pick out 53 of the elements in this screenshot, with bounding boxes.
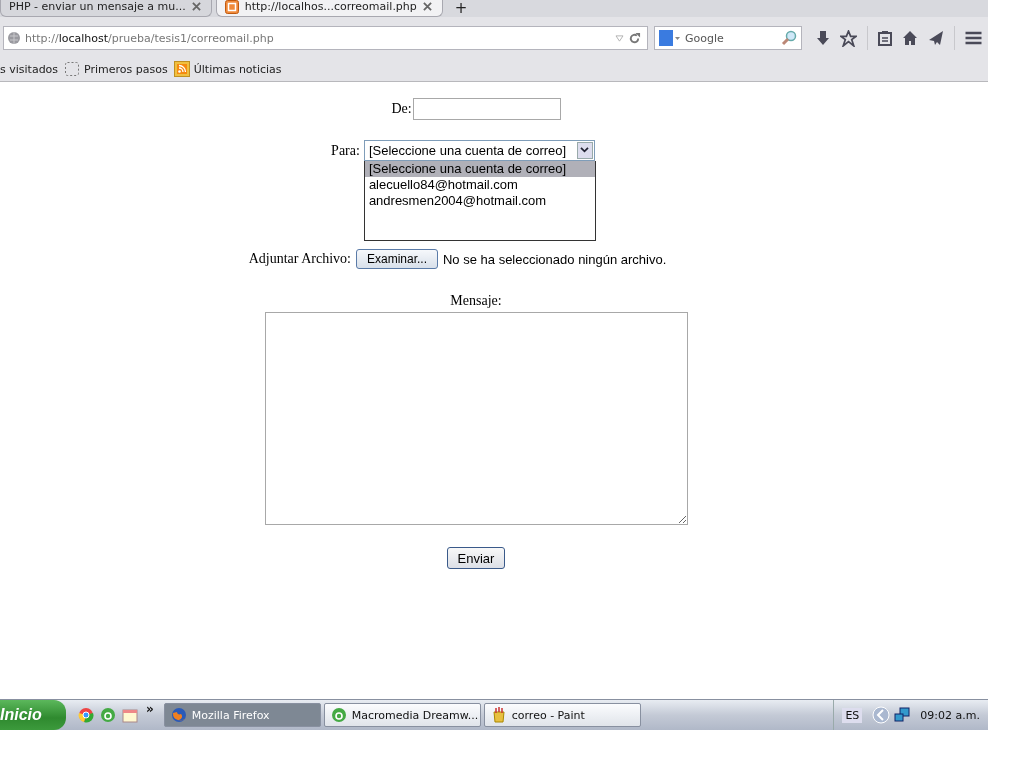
- close-icon[interactable]: [191, 2, 201, 11]
- search-field[interactable]: Google: [654, 26, 802, 50]
- page-icon: [224, 0, 239, 14]
- star-icon[interactable]: [840, 29, 857, 47]
- address-bar[interactable]: http://localhost/prueba/tesis1/correomail.php: [3, 26, 648, 50]
- app-logo-icon[interactable]: [100, 707, 116, 723]
- search-icon[interactable]: [781, 30, 797, 46]
- dropdown-option[interactable]: andresmen2004@hotmail.com: [364, 193, 595, 209]
- field-label: Mensaje:: [450, 293, 502, 309]
- field-label: De:: [391, 101, 412, 117]
- field-label: Para:: [331, 142, 360, 159]
- bookmark-item[interactable]: Primeros pasos: [64, 61, 168, 77]
- dashed-folder-icon: [64, 61, 81, 77]
- bookmark-item[interactable]: Últimas noticias: [173, 61, 282, 77]
- file-status-text: No se ha seleccionado ningún archivo.: [443, 251, 667, 267]
- taskbar-button[interactable]: Macromedia Dreamw...: [323, 703, 481, 727]
- paper-plane-icon[interactable]: [928, 30, 944, 46]
- home-icon[interactable]: [902, 30, 918, 46]
- app-logo-icon: [330, 707, 347, 723]
- more-button[interactable]: »: [146, 702, 154, 716]
- sender-input-field[interactable]: [412, 98, 561, 120]
- search-placeholder: Google: [685, 31, 725, 45]
- menu-icon[interactable]: [965, 31, 982, 45]
- clock: 09:02 a.m.: [920, 708, 980, 722]
- fox-globe-icon: [170, 707, 187, 723]
- start-button[interactable]: Inicio: [0, 700, 66, 730]
- reload-icon[interactable]: [628, 31, 641, 45]
- clipboard-icon[interactable]: [878, 30, 892, 46]
- download-icon[interactable]: [816, 30, 830, 46]
- bookmark-item[interactable]: s visitados: [0, 62, 59, 76]
- feed-icon: [173, 61, 190, 77]
- close-icon[interactable]: [422, 2, 432, 11]
- browser-tab[interactable]: PHP - enviar un mensaje a mu...: [0, 0, 212, 17]
- globe-icon: [7, 31, 21, 45]
- tab-title: PHP - enviar un mensaje a mu...: [9, 0, 186, 13]
- field-label: Adjuntar Archivo:: [248, 251, 351, 267]
- taskbar-button[interactable]: correo - Paint: [483, 703, 641, 727]
- dropdown-option[interactable]: [Seleccione una cuenta de correo]: [364, 161, 595, 177]
- taskbar-button[interactable]: Mozilla Firefox: [163, 703, 321, 727]
- url-text: http://localhost/prueba/tesis1/correomail.php: [25, 31, 275, 45]
- send-button[interactable]: Enviar: [446, 547, 506, 569]
- browser-tab[interactable]: http://localhos...correomail.php: [215, 0, 443, 17]
- language-indicator[interactable]: ES: [842, 707, 863, 723]
- paint-cup-icon: [490, 707, 507, 723]
- new-tab-button[interactable]: +: [446, 0, 476, 17]
- dropdown-option[interactable]: alecuello84@hotmail.com: [364, 177, 595, 193]
- search-engine-icon: [659, 30, 681, 46]
- tab-title: http://localhos...correomail.php: [244, 0, 417, 13]
- network-icon[interactable]: [894, 707, 911, 723]
- browser-ball-icon[interactable]: [78, 707, 94, 723]
- calendar-icon[interactable]: [122, 707, 138, 723]
- chevron-down-icon: [580, 147, 590, 154]
- browse-button[interactable]: Examinar...: [355, 249, 438, 269]
